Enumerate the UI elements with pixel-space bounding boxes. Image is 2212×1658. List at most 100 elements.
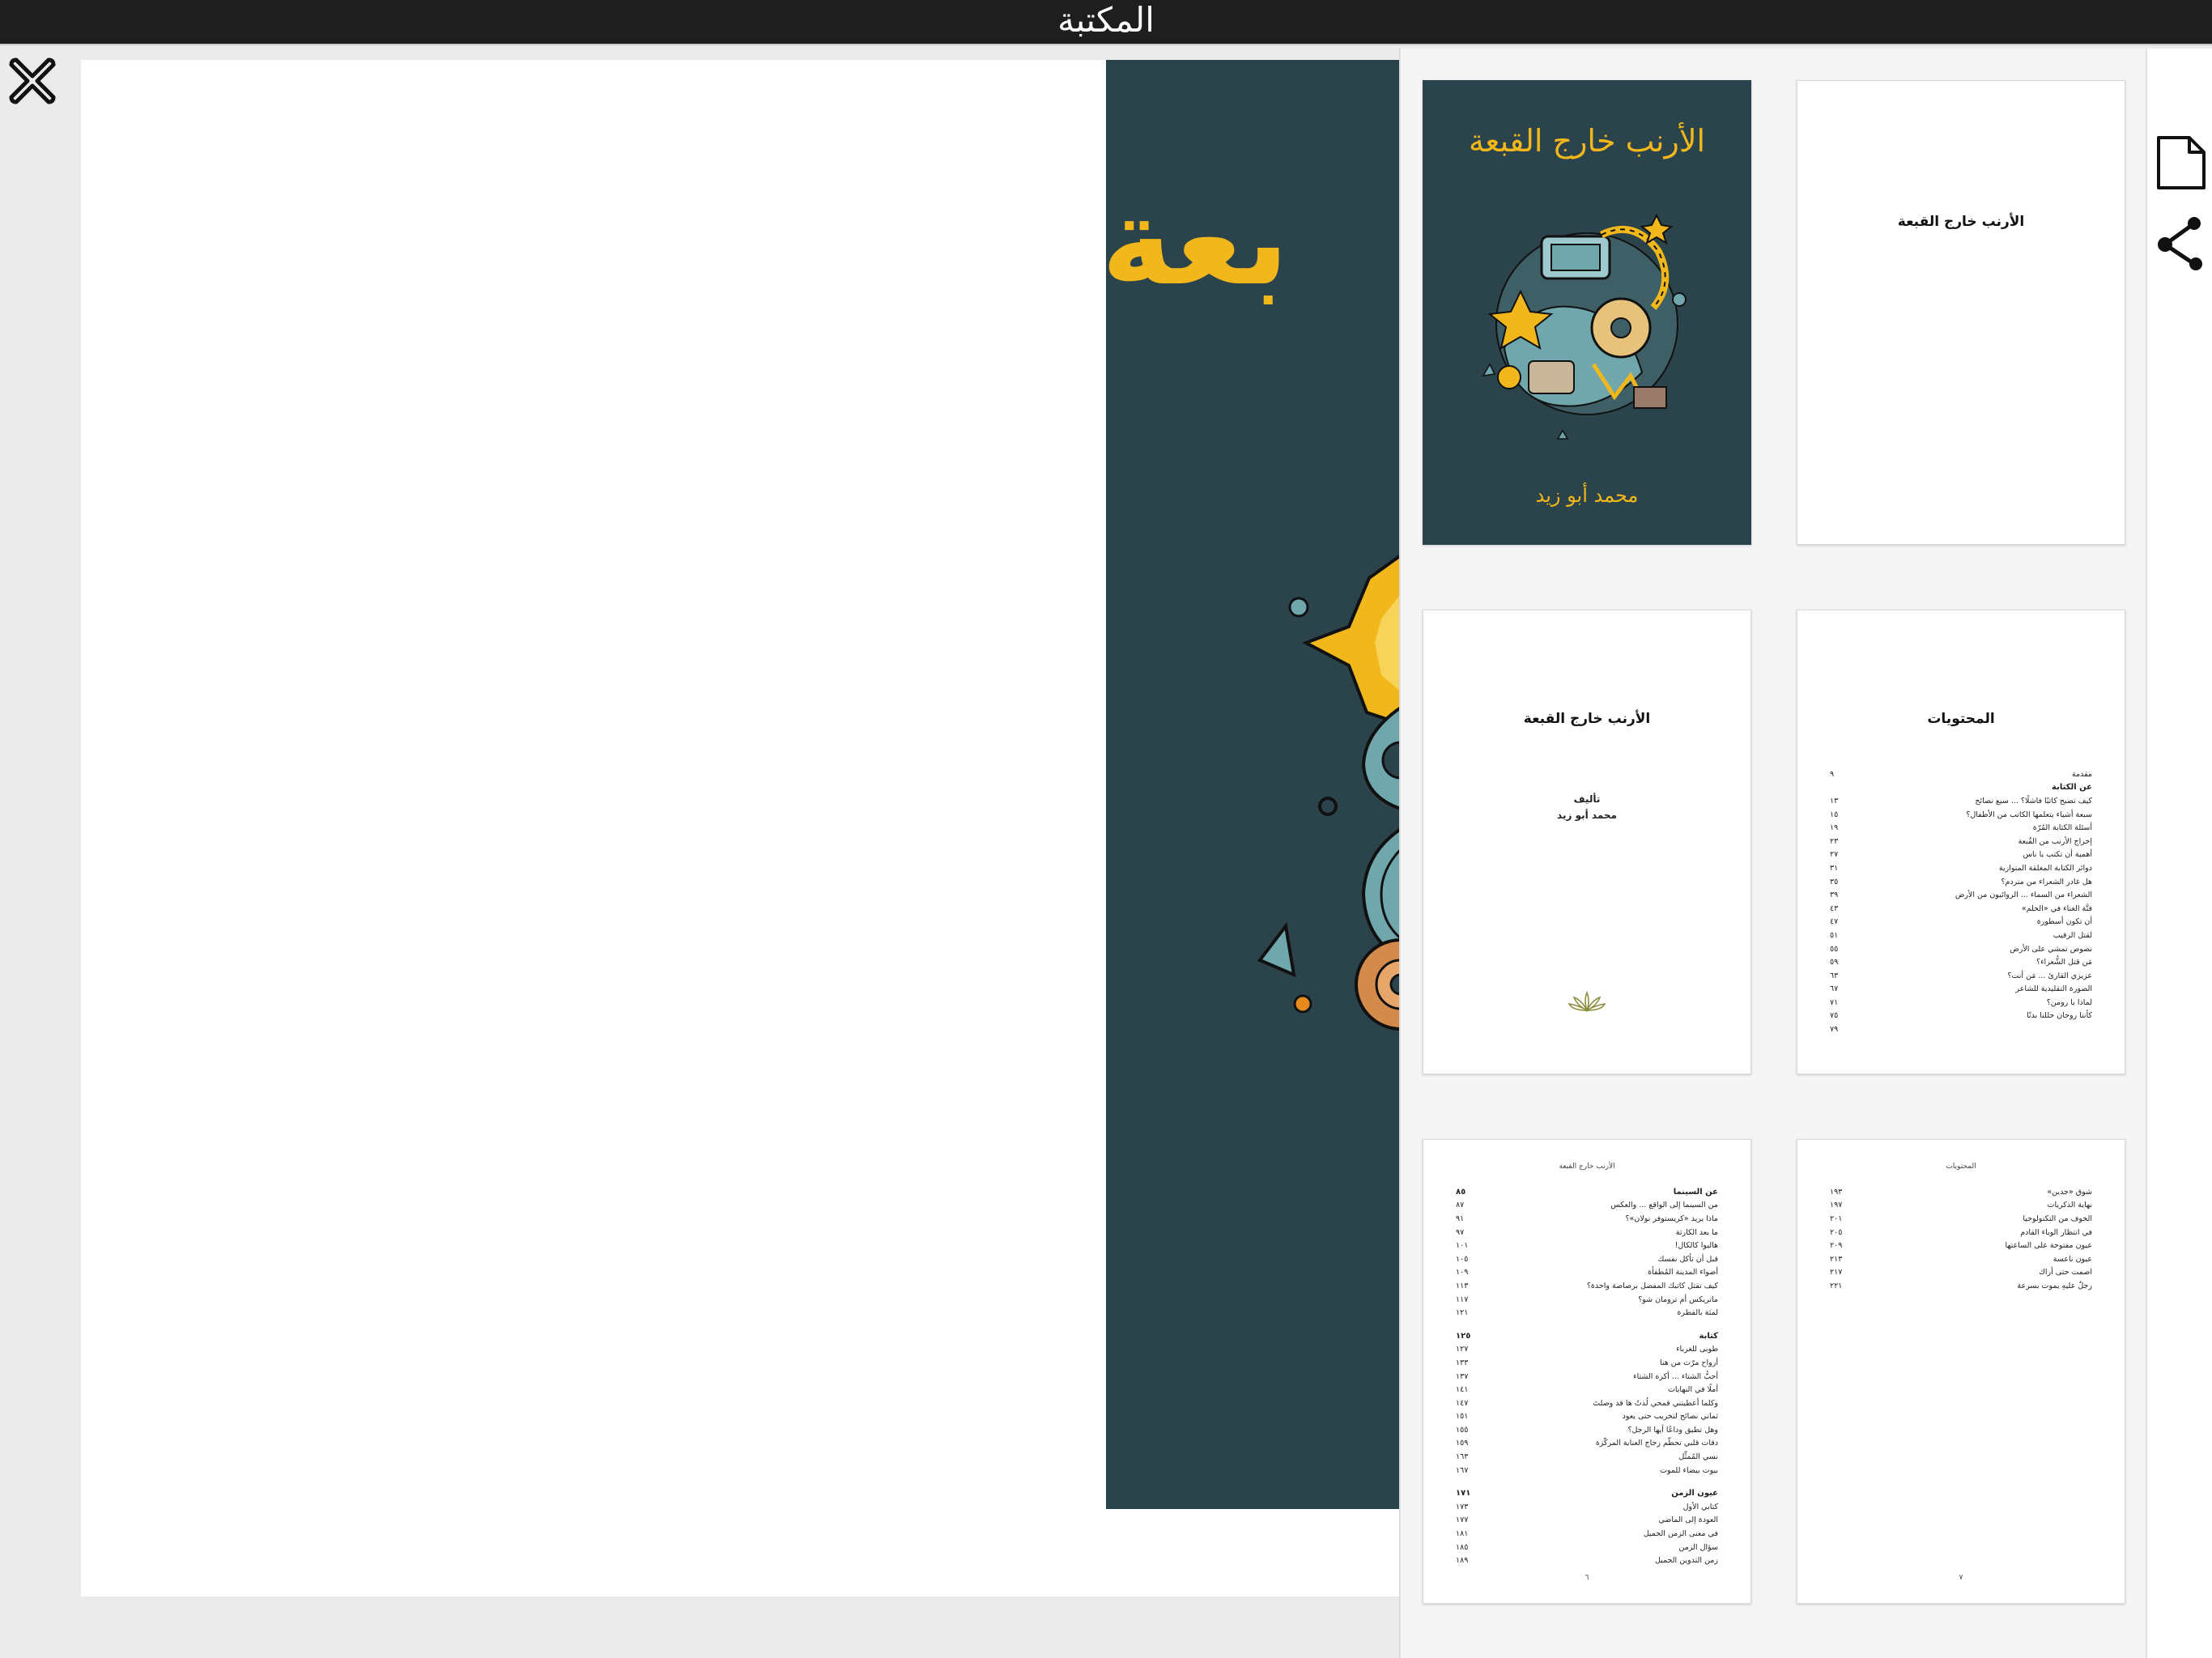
toc-entry-title: أحبُّ الشتاء ... أكره الشتاء [1633, 1371, 1718, 1381]
toc-row: قبل أن تأكل نفسك ١٠٥ [1456, 1252, 1718, 1266]
toc-row: عيون ناعسة ٢١٣ [1830, 1252, 2092, 1266]
running-head: المحتويات [1946, 1163, 1976, 1171]
toc-row: ثماني نصائح لتخريب حتى يعود ١٥١ [1456, 1410, 1718, 1424]
thumbnail-inner-title[interactable]: الأرنب خارج القبعة تأليف محمد أبو زيد [1423, 610, 1751, 1074]
toc-section: عن السينما ٨٥ [1456, 1185, 1718, 1199]
toc-entry-page: ٢٧ [1830, 850, 1839, 860]
inner-title: الأرنب خارج القبعة [1523, 711, 1651, 727]
toc-entry-page: ١٤١ [1456, 1385, 1469, 1395]
toc-entry-title: نصوص تمشي على الأرض [2010, 944, 2092, 954]
toc-entry-title: إخراج الأرنب من القُبعة [2018, 836, 2092, 846]
toc-row: كتابي الأول ١٧٣ [1456, 1500, 1718, 1514]
toc-entry-title: العودة إلى الماضي [1658, 1516, 1718, 1525]
toc-entry-title: لماذا يا رومن؟ [2046, 997, 2092, 1007]
toc-row: شوق «جدين» ١٩٣ [1830, 1185, 2092, 1199]
toc-entry-title: أهمية أن تكتب يا ناس [2023, 850, 2092, 860]
toc-entry-title: نهاية الذكريات [2047, 1201, 2092, 1210]
thumbnail-contents-2[interactable]: الأرنب خارج القبعة عن السينما ٨٥ من السينم… [1423, 1139, 1751, 1604]
toc-entry-page: ١١٧ [1456, 1295, 1469, 1304]
thumbnail-contents-3[interactable]: المحتويات شوق «جدين» ١٩٣ نهاية الذكريات ١٩٧… [1797, 1139, 2125, 1604]
toc-entry-page: ١٥٩ [1456, 1439, 1469, 1448]
share-button[interactable] [2154, 215, 2207, 272]
page-number: ٦ [1585, 1574, 1589, 1582]
toc-entry-title: رجلٌ عليهِ يموت بسرعة [2017, 1281, 2092, 1290]
toc-entry-page: ٣٥ [1830, 877, 1839, 886]
running-head: الأرنب خارج القبعة [1559, 1163, 1615, 1171]
toc-entry-page: ١٠٥ [1456, 1254, 1469, 1264]
toc-entry-title: لقتل الرقيب [2052, 930, 2092, 940]
toc-entry-page: ١٣ [1830, 796, 1839, 806]
toc-row: ٧٩ [1830, 1022, 2092, 1036]
toc-entry-page: ١٠٩ [1456, 1268, 1469, 1278]
thumbnail-page-title[interactable]: الأرنب خارج القبعة [1797, 80, 2125, 545]
toc-entry-page: ٢٠٩ [1830, 1241, 1843, 1251]
toc-entry-title: زمن التدوين الجميل [1654, 1556, 1718, 1566]
author-name: محمد أبو زيد [1557, 810, 1617, 821]
toc-row: لماذا يا رومن؟ ٧١ [1830, 996, 2092, 1010]
toc-entry-page: ١٩٧ [1830, 1201, 1843, 1210]
toc-row: في معنى الزمن الجميل ١٨١ [1456, 1527, 1718, 1541]
toc-row: هل غادر الشعراء من متردم؟ ٣٥ [1830, 875, 2092, 889]
toc-entry-title: عيون مفتوحة على الساعتها [2005, 1241, 2092, 1251]
toc-row: زمن التدوين الجميل ١٨٩ [1456, 1554, 1718, 1567]
toc-entry-title: الشعراء من السماء ... الروائيون من الأرض [1955, 891, 2092, 900]
toc-list: مقدمة ٩ عن الكتابة كيف تصبح كاتبًا فاشلًا؟ … [1830, 767, 2092, 1036]
toc-entry-title: مقدمة [2071, 769, 2092, 779]
toc-row: مَن قتل الشُّعراء؟ ٥٩ [1830, 955, 2092, 969]
right-toolbar [2146, 49, 2212, 1658]
page-number: ٧ [1959, 1574, 1963, 1582]
toc-entry-page: ١٩ [1830, 823, 1839, 833]
toc-entry-page: ١٩٣ [1830, 1187, 1843, 1197]
toc-entry-title: سؤال الزمن [1678, 1542, 1718, 1552]
toc-section: عن الكتابة [1830, 781, 2092, 795]
toc-gap [1456, 1477, 1718, 1486]
toc-entry-title: ثماني نصائح لتخريب حتى يعود [1622, 1412, 1718, 1422]
toc-entry-page: ١٨٩ [1456, 1556, 1469, 1566]
cover-illustration [1482, 213, 1687, 440]
toc-row: أن تكون أسطورة ٤٧ [1830, 916, 2092, 929]
toc-row: أملًا في النهايات ١٤١ [1456, 1383, 1718, 1397]
toc-entry-page: ٥٥ [1830, 944, 1839, 954]
cover-page-view: بعة [1106, 60, 1401, 1509]
toc-entry-title: نسي المُمثِّل [1678, 1452, 1718, 1462]
toc-entry-page: ٩ [1830, 769, 1835, 779]
close-x-icon [9, 57, 56, 104]
toc-entry-title: ماذا يريد «كريستوفر نولان»؟ [1625, 1214, 1718, 1223]
page-viewer[interactable]: بعة [81, 60, 1401, 1596]
toc-entry-page: ٢٣ [1830, 836, 1839, 846]
toc-entry-title: ماتريكس أم ترومان شو؟ [1638, 1295, 1718, 1304]
toc-entry-title: من السينما إلى الواقع ... والعكس [1610, 1201, 1718, 1210]
toc-entry-title: هل غادر الشعراء من متردم؟ [2001, 877, 2092, 886]
toc-row: كأننا روحان حللنا بدنًا ٧٥ [1830, 1010, 2092, 1023]
toc-entry-title: عن السينما [1673, 1187, 1718, 1197]
toc-entry-title: أرواح مرّت من هنا [1659, 1358, 1718, 1367]
toc-entry-page: ١٢٥ [1456, 1331, 1471, 1341]
toc-entry-page: ١٢٧ [1456, 1345, 1469, 1354]
toc-entry-page: ٧١ [1830, 997, 1839, 1007]
toc-row: نسي المُمثِّل ١٦٣ [1456, 1450, 1718, 1464]
toc-row: أضواء المدينة المُطفأة ١٠٩ [1456, 1266, 1718, 1280]
thumbnail-contents-1[interactable]: المحتويات مقدمة ٩ عن الكتابة كيف تصبح كاتبً… [1797, 610, 2125, 1074]
toc-row: عيون مفتوحة على الساعتها ٢٠٩ [1830, 1239, 2092, 1252]
toc-entry-page: ٤٧ [1830, 917, 1839, 927]
toc-entry-title: كأننا روحان حللنا بدنًا [2027, 1011, 2092, 1021]
page-view-button[interactable] [2154, 134, 2207, 191]
thumbnail-panel[interactable]: الأرنب خارج القبعة الأرنب خارج القبعة مح… [1399, 49, 2147, 1658]
cover-author: محمد أبو زيد [1535, 484, 1639, 507]
toc-entry-page: ٤٣ [1830, 903, 1839, 913]
toc-entry-title: قبل أن تأكل نفسك [1657, 1254, 1718, 1264]
toc-row: الصورة التقليدية للشاعر ٦٧ [1830, 983, 2092, 997]
top-bar: المكتبة [0, 0, 2212, 45]
toc-row: أرواح مرّت من هنا ١٣٣ [1456, 1356, 1718, 1370]
toc-section: كتابة ١٢٥ [1456, 1329, 1718, 1343]
thumbnail-cover[interactable]: الأرنب خارج القبعة محمد أبو زيد [1423, 80, 1751, 545]
toc-entry-page: ١٧١ [1456, 1489, 1471, 1499]
toc-entry-page: ٨٥ [1456, 1187, 1466, 1197]
toc-entry-title: الخوف من التكنولوجيا [2023, 1214, 2092, 1223]
toc-entry-title: هاليوا كالكال! [1674, 1241, 1718, 1251]
toc-entry-title: عيون الزمن [1671, 1489, 1718, 1499]
close-button[interactable] [5, 53, 60, 108]
toc-section: عيون الزمن ١٧١ [1456, 1486, 1718, 1500]
toc-row: سبعة أشياء يتعلمها الكاتب من الأطفال؟ ١٥ [1830, 808, 2092, 822]
toc-entry-title: فتَّة الغناء في «الحلم» [2021, 903, 2092, 913]
